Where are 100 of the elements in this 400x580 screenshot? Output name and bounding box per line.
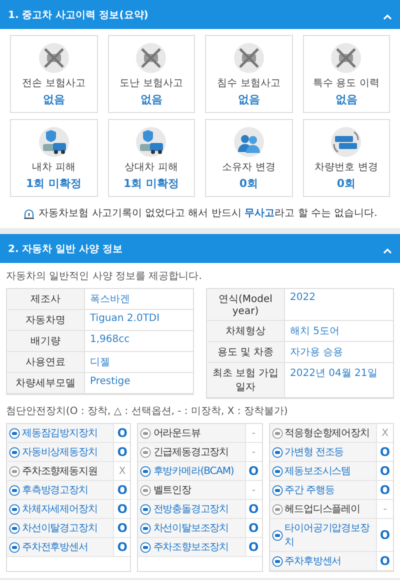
card-label: 소유자 변경 xyxy=(222,161,276,174)
collapse-icon[interactable] xyxy=(383,248,392,254)
card-value: 없음 xyxy=(42,92,65,107)
option-icon xyxy=(140,522,152,534)
spec-value: 해치 5도어 xyxy=(285,321,393,342)
option-name: 자동비상제동장치 xyxy=(7,443,114,461)
option-status: O xyxy=(376,552,393,570)
section-title: 1. 중고차 사고이력 정보(요약) xyxy=(8,8,148,22)
option-icon xyxy=(9,428,20,438)
spec-value: Tiguan 2.0TDI xyxy=(85,310,193,331)
option-name: 주간 주행등 xyxy=(270,481,376,499)
option-legend: 첨단안전장치(O : 장착, △ : 선택옵션, - : 미장착, X : 장착불가) xyxy=(6,404,394,418)
section-header[interactable]: 2. 자동차 일반 사양 정보 xyxy=(0,234,400,263)
option-status: O xyxy=(376,481,393,499)
crossed-car-icon xyxy=(232,42,265,74)
option-name: 차선이탈경고장치 xyxy=(7,519,114,537)
section-header[interactable]: 1. 중고차 사고이력 정보(요약) xyxy=(0,0,400,29)
card-value: 없음 xyxy=(140,92,162,107)
spec-value: 자가용 승용 xyxy=(285,342,393,363)
option-name: 주차전후방센서 xyxy=(7,538,114,556)
crossed-car-icon xyxy=(330,42,362,74)
card-label: 침수 보험사고 xyxy=(217,77,280,90)
option-status: O xyxy=(113,481,130,499)
spec-value: Prestige xyxy=(85,373,193,394)
option-icon xyxy=(9,542,20,552)
option-icon xyxy=(140,466,152,476)
car-collision-icon xyxy=(135,126,168,158)
option-icon xyxy=(272,484,283,496)
option-name: 적응형순항제어장치 xyxy=(270,424,376,442)
spec-label: 제조사 xyxy=(7,289,85,310)
spec-label: 자동차명 xyxy=(7,310,85,331)
spec-label: 차량세부모델 xyxy=(7,373,85,394)
people-icon xyxy=(232,126,265,158)
card-value: 1회 미확정 xyxy=(124,176,179,191)
option-status: O xyxy=(113,424,130,442)
option-icon xyxy=(140,428,152,438)
option-status: - xyxy=(244,481,262,499)
option-status: O xyxy=(113,538,130,556)
spec-label: 사용연료 xyxy=(7,352,85,373)
option-icon xyxy=(272,428,283,438)
option-name: 후측방경고장치 xyxy=(7,481,114,499)
card-label: 전손 보험사고 xyxy=(22,77,86,90)
spec-label: 최초 보험 가입일자 xyxy=(207,363,285,398)
option-icon xyxy=(272,504,283,514)
section-title: 2. 자동차 일반 사양 정보 xyxy=(8,242,123,256)
warning-light-icon xyxy=(22,208,35,218)
spec-label: 용도 및 차종 xyxy=(207,342,285,363)
option-icon xyxy=(140,542,152,552)
spec-value: 디젤 xyxy=(85,352,193,373)
card-value: 없음 xyxy=(335,92,358,107)
card-label: 상대차 피해 xyxy=(124,161,178,174)
option-status: O xyxy=(244,462,262,480)
option-status: X xyxy=(376,424,393,442)
option-status: O xyxy=(244,519,262,537)
option-icon xyxy=(272,556,283,566)
option-icon xyxy=(272,446,283,458)
option-icon xyxy=(9,504,20,514)
card-value: 없음 xyxy=(238,92,260,107)
spec-label: 배기량 xyxy=(7,331,85,352)
spec-value: 1,968cc xyxy=(85,331,193,352)
option-status: - xyxy=(244,424,262,442)
spec-value: 폭스바겐 xyxy=(85,289,193,310)
option-status: O xyxy=(113,443,130,461)
card-label: 내차 피해 xyxy=(32,161,76,174)
option-name: 가변형 전조등 xyxy=(270,443,376,461)
option-status: - xyxy=(376,500,393,518)
card-label: 특수 용도 이력 xyxy=(313,77,380,90)
option-icon xyxy=(9,446,20,458)
option-icon xyxy=(140,484,152,496)
section-description: 자동차의 일반적인 사양 정보를 제공합니다. xyxy=(6,270,203,283)
option-name: 타이어공기압경보장치 xyxy=(270,519,376,551)
notice-text: 자동차보험 사고기록이 없었다고 해서 반드시 무사고라고 할 수는 없습니다. xyxy=(38,207,378,220)
option-status: O xyxy=(113,500,130,518)
crossed-car-icon xyxy=(38,42,70,74)
card-label: 차량번호 변경 xyxy=(314,161,378,174)
option-name: 헤드업디스플레이 xyxy=(270,500,376,518)
option-name: 벨트인장 xyxy=(138,481,245,499)
option-name: 차체자세제어장치 xyxy=(7,500,114,518)
option-name: 주차조향제동지원 xyxy=(7,462,114,480)
option-status: O xyxy=(244,538,262,556)
option-name: 차선이탈보조장치 xyxy=(138,519,245,537)
option-icon xyxy=(140,504,152,514)
option-icon xyxy=(140,446,152,458)
option-name: 어라운드뷰 xyxy=(138,424,245,442)
option-name: 제동잠김방지장치 xyxy=(7,424,114,442)
option-status: - xyxy=(244,443,262,461)
card-value: 0회 xyxy=(239,176,258,191)
option-icon xyxy=(272,466,283,476)
option-status: O xyxy=(376,462,393,480)
option-icon xyxy=(9,484,20,496)
option-status: O xyxy=(244,500,262,518)
option-icon xyxy=(9,466,20,476)
spec-value: 2022년 04월 21일 xyxy=(285,363,393,398)
option-name: 전방충돌경고장치 xyxy=(138,500,245,518)
spec-label: 차체형상 xyxy=(207,321,285,342)
spec-label: 연식(Model year) xyxy=(207,289,285,321)
option-name: 주차후방센서 xyxy=(270,552,376,570)
option-icon xyxy=(9,522,20,534)
license-plate-icon xyxy=(330,126,362,158)
collapse-icon[interactable] xyxy=(383,14,392,20)
